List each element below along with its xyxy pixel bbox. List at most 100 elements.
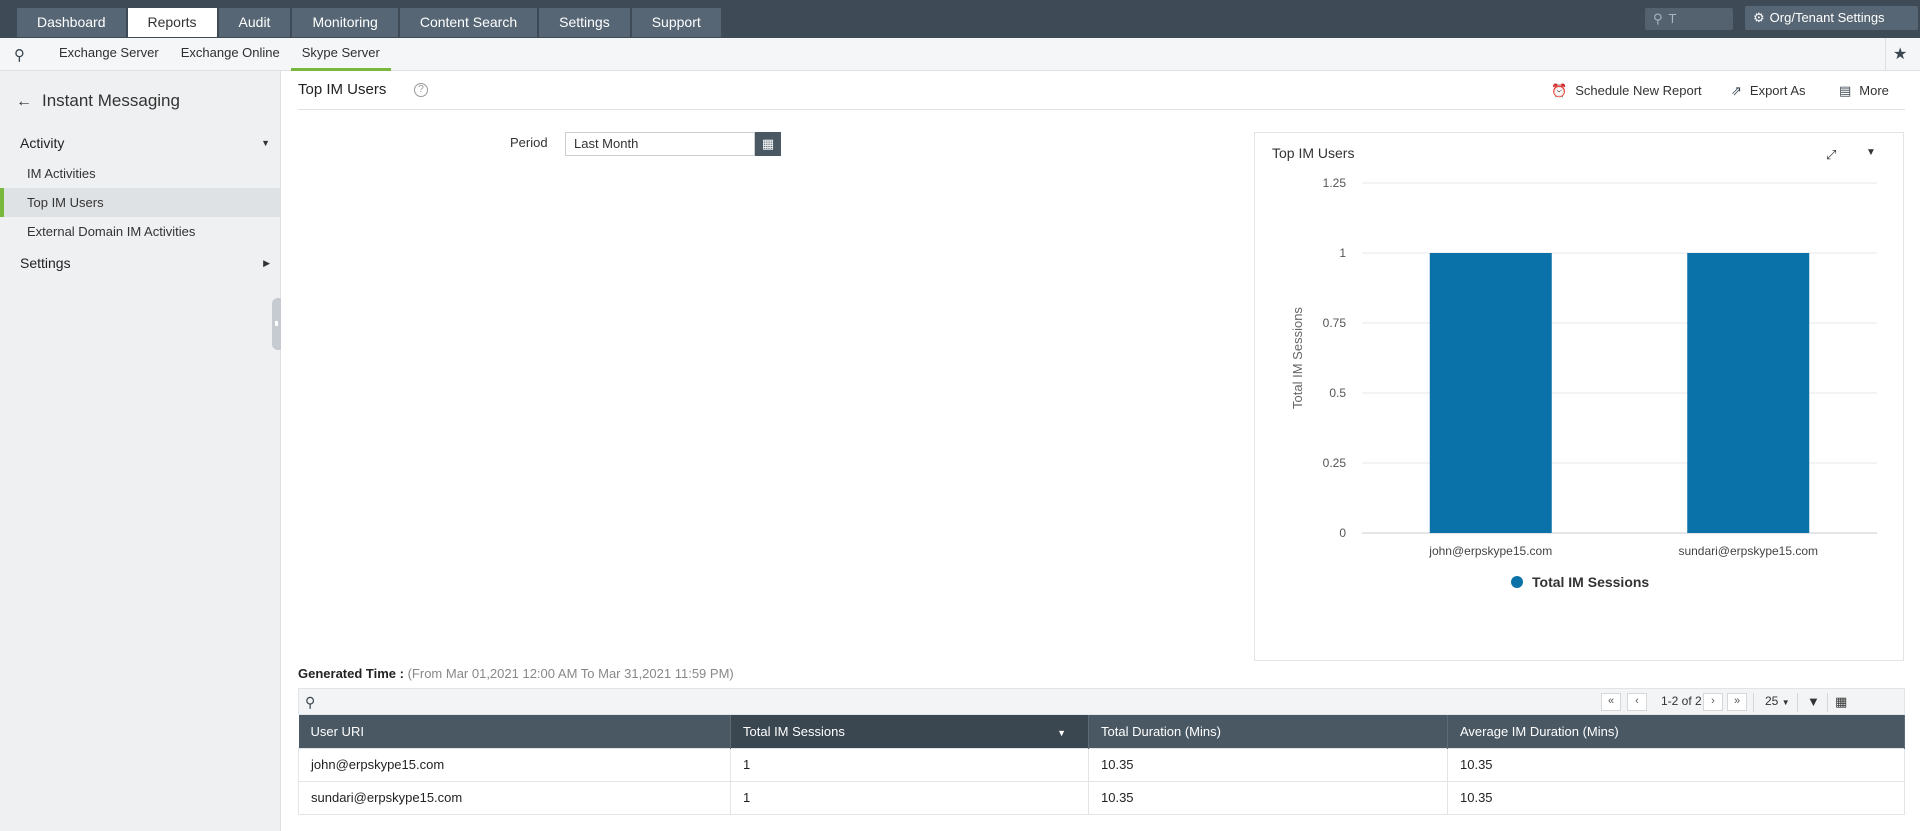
y-tick-label: 0.25	[1323, 456, 1347, 470]
table-cell: sundari@erpskype15.com	[298, 780, 731, 815]
y-tick-label: 0.5	[1329, 386, 1346, 400]
calendar-icon[interactable]: ▦	[755, 132, 781, 156]
column-header-average-im-duration[interactable]: Average IM Duration (Mins)	[1447, 715, 1905, 748]
schedule-new-report-label: Schedule New Report	[1575, 83, 1702, 98]
export-as-button[interactable]: ⇗ Export As	[1731, 83, 1806, 99]
last-page-icon[interactable]: »	[1727, 693, 1747, 711]
chart-panel: Top IM Users ⤢ ▼ 0 0.25 0.5 0.75 1 1.25 Total …	[1254, 132, 1904, 661]
column-header-user-uri[interactable]: User URI	[298, 715, 731, 748]
sidebar: ← Instant Messaging Activity ▼ IM Activit…	[0, 71, 281, 831]
y-axis-label: Total IM Sessions	[1290, 307, 1305, 409]
subtab-exchange-online[interactable]: Exchange Online	[170, 38, 291, 71]
divider	[1753, 693, 1754, 712]
search-reports-icon[interactable]: ⚲	[14, 46, 25, 64]
sidebar-item-im-activities[interactable]: IM Activities	[0, 159, 280, 188]
caret-right-icon: ▶	[263, 258, 270, 268]
table-row[interactable]: john@erpskype15.com 1 10.35 10.35	[298, 747, 1905, 782]
schedule-new-report-button[interactable]: ⏰ Schedule New Report	[1551, 83, 1702, 99]
sort-descending-icon: ▼	[1057, 728, 1066, 738]
sub-navigation-bar: ⚲ Exchange Server Exchange Online Skype …	[0, 38, 1920, 71]
generated-time-value: (From Mar 01,2021 12:00 AM To Mar 31,202…	[407, 666, 734, 681]
first-page-icon[interactable]: «	[1601, 693, 1621, 711]
sidebar-header: ← Instant Messaging	[16, 91, 180, 111]
table-cell: 10.35	[1447, 747, 1905, 782]
page-title: Top IM Users	[298, 81, 387, 98]
star-icon[interactable]: ★	[1893, 44, 1907, 64]
tab-monitoring[interactable]: Monitoring	[292, 8, 398, 37]
bar	[1429, 253, 1552, 533]
global-search-input[interactable]: ⚲ T	[1645, 8, 1733, 30]
column-header-label: Total IM Sessions	[743, 723, 845, 739]
tab-dashboard[interactable]: Dashboard	[17, 8, 126, 37]
export-icon: ⇗	[1731, 83, 1742, 98]
divider	[1797, 693, 1798, 712]
legend-label: Total IM Sessions	[1532, 574, 1649, 590]
global-search-value: T	[1668, 11, 1677, 26]
period-select[interactable]: Last Month	[565, 132, 755, 156]
page-size-select[interactable]: 25 ▼	[1765, 693, 1790, 711]
filter-icon[interactable]: ▼	[1807, 694, 1820, 709]
bar	[1687, 253, 1810, 533]
x-tick-label: john@erpskype15.com	[1428, 544, 1552, 558]
org-tenant-settings-button[interactable]: ⚙ Org/Tenant Settings	[1745, 6, 1918, 30]
column-header-total-im-sessions[interactable]: Total IM Sessions ▼	[730, 715, 1089, 748]
sidebar-group-activity[interactable]: Activity ▼	[20, 135, 270, 151]
sidebar-item-label: IM Activities	[27, 166, 96, 181]
tab-reports[interactable]: Reports	[127, 8, 217, 37]
divider	[298, 109, 1905, 110]
divider	[1827, 693, 1828, 712]
table-row[interactable]: sundari@erpskype15.com 1 10.35 10.35	[298, 780, 1905, 815]
top-navigation-bar: Dashboard Reports Audit Monitoring Conte…	[0, 0, 1920, 38]
sidebar-group-label: Settings	[20, 255, 71, 271]
alarm-clock-icon: ⏰	[1551, 83, 1568, 98]
sidebar-item-external-domain-im-activities[interactable]: External Domain IM Activities	[0, 217, 280, 246]
sidebar-collapse-handle[interactable]	[272, 298, 281, 350]
sidebar-title: Instant Messaging	[42, 91, 180, 110]
x-tick-label: sundari@erpskype15.com	[1678, 544, 1818, 558]
more-label: More	[1859, 83, 1889, 98]
y-tick-label: 1.25	[1323, 176, 1347, 190]
gear-icon: ⚙	[1753, 10, 1765, 25]
main-tabs: Dashboard Reports Audit Monitoring Conte…	[17, 8, 723, 37]
help-icon[interactable]: ?	[414, 83, 428, 97]
more-button[interactable]: ▤ More	[1839, 83, 1889, 99]
generated-time: Generated Time : (From Mar 01,2021 12:00…	[298, 666, 734, 681]
divider	[1885, 38, 1886, 71]
tab-support[interactable]: Support	[631, 8, 721, 37]
next-page-icon[interactable]: ›	[1703, 693, 1723, 711]
column-chooser-icon[interactable]: ▦	[1835, 694, 1847, 710]
org-tenant-settings-label: Org/Tenant Settings	[1769, 10, 1885, 25]
page-size-value: 25	[1765, 694, 1779, 708]
table-cell: 1	[730, 747, 1089, 782]
column-header-total-duration[interactable]: Total Duration (Mins)	[1088, 715, 1448, 748]
tab-audit[interactable]: Audit	[218, 8, 291, 37]
subtab-exchange-server[interactable]: Exchange Server	[48, 38, 170, 71]
bar-chart: 0 0.25 0.5 0.75 1 1.25 Total IM Sessions john@e…	[1290, 176, 1877, 590]
legend-marker	[1511, 576, 1523, 588]
pagination-label: 1-2 of 2	[1661, 694, 1702, 708]
table-cell: 10.35	[1088, 747, 1448, 782]
y-tick-label: 1	[1339, 246, 1346, 260]
table-cell: 10.35	[1447, 780, 1905, 815]
table-toolbar: ⚲ « ‹ 1-2 of 2 › » 25 ▼ ▼ ▦	[298, 688, 1905, 715]
search-icon: ⚲	[1653, 11, 1663, 26]
sub-tabs: Exchange Server Exchange Online Skype Se…	[48, 38, 391, 71]
table-search-icon[interactable]: ⚲	[305, 694, 315, 711]
sidebar-group-label: Activity	[20, 135, 65, 151]
more-icon: ▤	[1839, 83, 1852, 98]
subtab-skype-server[interactable]: Skype Server	[290, 38, 391, 71]
y-tick-label: 0.75	[1323, 316, 1347, 330]
table-cell: john@erpskype15.com	[298, 747, 731, 782]
table-header-row: User URI Total IM Sessions ▼ Total Durat…	[298, 715, 1905, 748]
report-table: User URI Total IM Sessions ▼ Total Durat…	[298, 715, 1905, 815]
caret-down-icon: ▼	[261, 138, 270, 148]
export-as-label: Export As	[1749, 83, 1806, 98]
sidebar-item-top-im-users[interactable]: Top IM Users	[0, 188, 280, 217]
previous-page-icon[interactable]: ‹	[1627, 693, 1647, 711]
sidebar-group-settings[interactable]: Settings ▶	[20, 255, 270, 271]
back-arrow-icon[interactable]: ←	[16, 93, 32, 110]
y-tick-label: 0	[1339, 526, 1346, 540]
tab-content-search[interactable]: Content Search	[399, 8, 538, 37]
caret-down-icon: ▼	[1781, 698, 1790, 707]
tab-settings[interactable]: Settings	[539, 8, 630, 37]
